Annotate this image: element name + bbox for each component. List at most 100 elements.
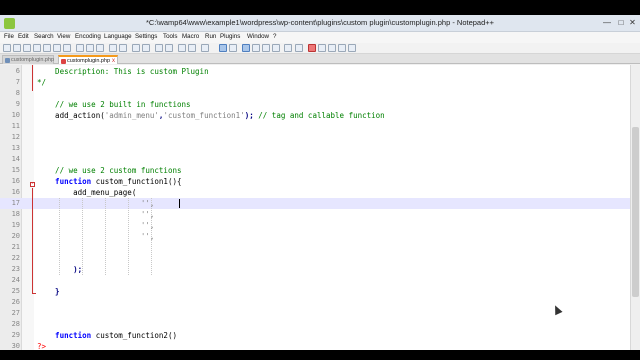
line-number: 12	[11, 133, 20, 141]
doc-map-icon[interactable]	[252, 44, 260, 52]
fold-toggle-icon[interactable]: -	[30, 182, 35, 187]
indent-guide-icon[interactable]	[229, 44, 237, 52]
code-line-10: add_action('admin_menu','custom_function…	[37, 110, 385, 121]
folder-workspace-icon[interactable]	[272, 44, 280, 52]
code-token: 'admin_menu'	[104, 111, 159, 120]
tab-label: customplugin.php	[11, 57, 55, 63]
code-line-16b: add_menu_page(	[37, 188, 137, 197]
save-icon[interactable]	[23, 44, 31, 52]
line-number: 24	[11, 276, 20, 284]
code-line-9: // we use 2 built in functions	[37, 100, 191, 109]
menu-plugins[interactable]: Plugins	[220, 33, 240, 40]
copy-icon[interactable]	[86, 44, 94, 52]
code-token: // tag and callable function	[258, 111, 385, 120]
run-macro-multiple-icon[interactable]	[338, 44, 346, 52]
line-number: 22	[11, 254, 20, 262]
code-token: function	[37, 331, 92, 340]
notepadpp-window: *C:\wamp64\www\example1\wordpress\wp-con…	[0, 15, 640, 350]
print-icon[interactable]	[63, 44, 71, 52]
fold-end	[32, 293, 36, 294]
scrollbar-thumb[interactable]	[632, 127, 639, 297]
code-token: function	[37, 177, 92, 186]
line-number: 30	[11, 342, 20, 350]
code-token: );	[244, 111, 259, 120]
save-macro-icon[interactable]	[348, 44, 356, 52]
line-number: 29	[11, 331, 20, 339]
tab-customplugin-1[interactable]: customplugin.php	[2, 55, 54, 64]
code-token: 'custom_function1'	[163, 111, 245, 120]
line-number: 16	[11, 177, 20, 185]
show-all-chars-icon[interactable]	[219, 44, 227, 52]
line-number: 13	[11, 144, 20, 152]
menu-view[interactable]: View	[57, 33, 70, 40]
line-number: 14	[11, 155, 20, 163]
line-number: 9	[15, 100, 20, 108]
undo-icon[interactable]	[109, 44, 117, 52]
menu-file[interactable]: File	[4, 33, 14, 40]
minimize-button[interactable]: —	[600, 17, 614, 29]
menu-settings[interactable]: Settings	[135, 33, 157, 40]
code-line-17: '',	[37, 199, 155, 208]
sync-horizontal-icon[interactable]	[188, 44, 196, 52]
code-line-15: // we use 2 custom functions	[37, 166, 182, 175]
save-all-icon[interactable]	[33, 44, 41, 52]
cut-icon[interactable]	[76, 44, 84, 52]
function-list-icon[interactable]	[262, 44, 270, 52]
code-token: custom_function2()	[91, 331, 177, 340]
line-number: 7	[15, 78, 20, 86]
menu-window[interactable]: Window	[247, 33, 269, 40]
redo-icon[interactable]	[119, 44, 127, 52]
menu-language[interactable]: Language	[104, 33, 132, 40]
menu-bar: File Edit Search View Encoding Language …	[0, 32, 640, 43]
code-line-18: '',	[37, 210, 155, 219]
line-number: 8	[15, 89, 20, 97]
code-line-31: ?>	[37, 342, 47, 350]
line-number: 15	[11, 166, 20, 174]
text-caret	[179, 199, 180, 208]
user-lang-icon[interactable]	[242, 44, 250, 52]
line-number: 27	[11, 309, 20, 317]
sync-vertical-icon[interactable]	[178, 44, 186, 52]
line-number: 19	[11, 221, 20, 229]
code-line-29: function custom_function2()	[37, 330, 177, 341]
fold-line	[32, 65, 33, 91]
code-editor[interactable]: - 6 7 8 9 10 11 12 13 14 15 16 16 17 18 …	[0, 65, 630, 350]
code-token: custom_function1(){	[91, 177, 182, 186]
zoom-out-icon[interactable]	[165, 44, 173, 52]
line-number: 28	[11, 320, 20, 328]
tab-customplugin-active[interactable]: customplugin.php x	[58, 55, 118, 64]
close-all-icon[interactable]	[53, 44, 61, 52]
vertical-scrollbar[interactable]	[630, 65, 640, 350]
close-button[interactable]: ✕	[626, 17, 639, 29]
menu-help[interactable]: ?	[273, 33, 276, 40]
find-icon[interactable]	[132, 44, 140, 52]
menu-search[interactable]: Search	[34, 33, 54, 40]
paste-icon[interactable]	[96, 44, 104, 52]
code-line-20: '',	[37, 232, 155, 241]
menu-edit[interactable]: Edit	[18, 33, 29, 40]
line-number: 18	[11, 210, 20, 218]
replace-icon[interactable]	[142, 44, 150, 52]
line-number: 25	[11, 287, 20, 295]
word-wrap-icon[interactable]	[201, 44, 209, 52]
open-file-icon[interactable]	[13, 44, 21, 52]
line-number: 6	[15, 67, 20, 75]
code-line-6: Description: This is custom Plugin	[37, 67, 209, 76]
new-file-icon[interactable]	[3, 44, 11, 52]
monitoring-icon[interactable]	[284, 44, 292, 52]
menu-encoding[interactable]: Encoding	[75, 33, 101, 40]
menu-run[interactable]: Run	[205, 33, 216, 40]
code-line-19: '',	[37, 221, 155, 230]
line-number: 17	[11, 199, 20, 207]
menu-macro[interactable]: Macro	[182, 33, 199, 40]
record-macro-icon[interactable]	[308, 44, 316, 52]
play-macro-icon[interactable]	[328, 44, 336, 52]
menu-tools[interactable]: Tools	[163, 33, 177, 40]
window-title: *C:\wamp64\www\example1\wordpress\wp-con…	[145, 18, 495, 27]
zoom-in-icon[interactable]	[155, 44, 163, 52]
line-number: 21	[11, 243, 20, 251]
eye-icon[interactable]	[295, 44, 303, 52]
close-file-icon[interactable]	[43, 44, 51, 52]
title-bar: *C:\wamp64\www\example1\wordpress\wp-con…	[0, 15, 640, 32]
stop-macro-icon[interactable]	[318, 44, 326, 52]
